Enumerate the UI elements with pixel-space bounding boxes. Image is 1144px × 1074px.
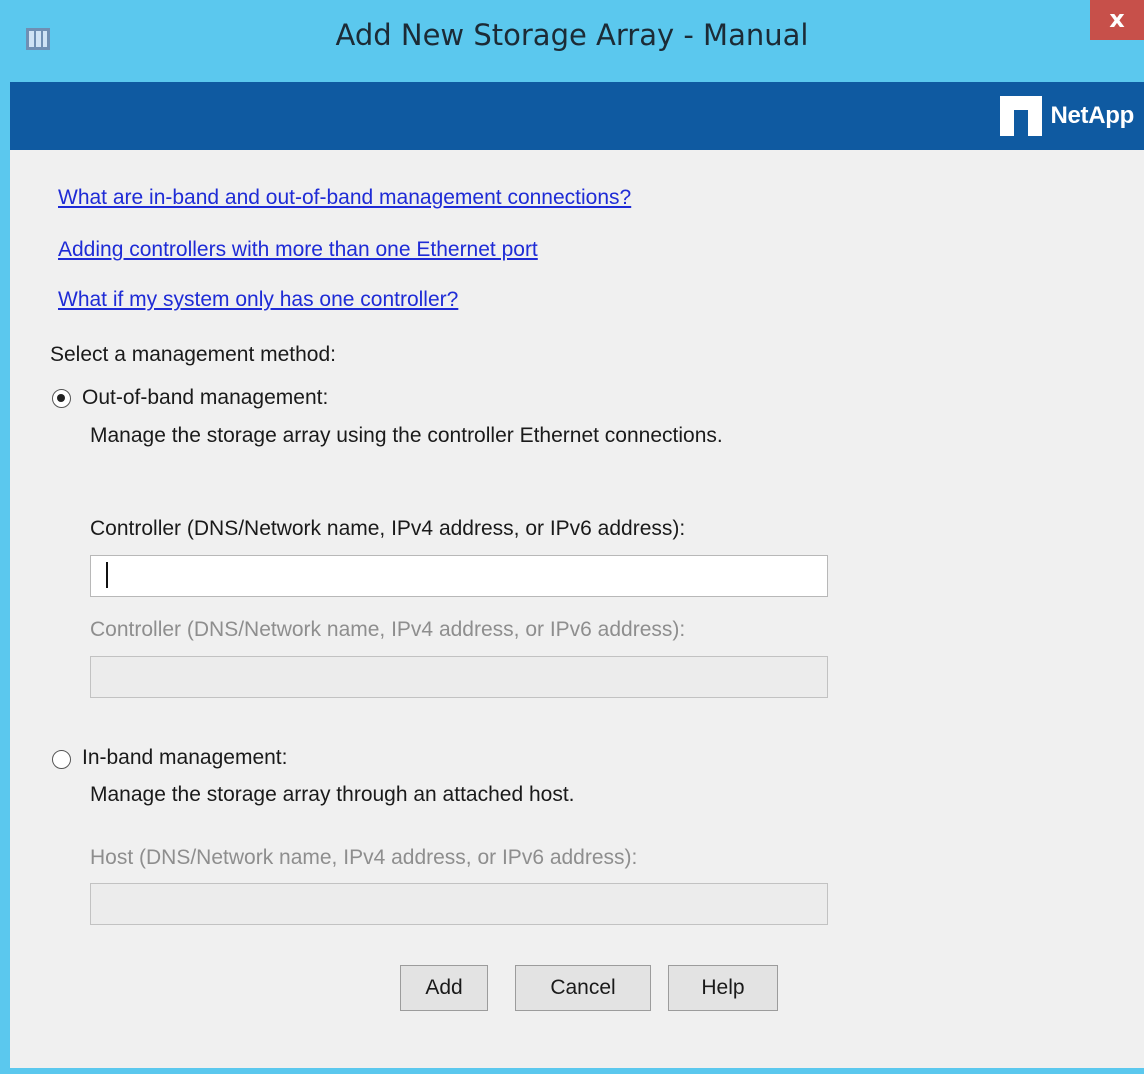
out-of-band-description: Manage the storage array using the contr… <box>90 424 723 447</box>
link-one-controller[interactable]: What if my system only has one controlle… <box>58 288 458 312</box>
window-title: Add New Storage Array - Manual <box>335 18 809 52</box>
add-button[interactable]: Add <box>400 965 488 1011</box>
netapp-logo: NetApp <box>1000 96 1134 136</box>
in-band-label[interactable]: In-band management: <box>82 746 287 770</box>
add-storage-array-dialog: Add New Storage Array - Manual x NetApp … <box>0 0 1144 1074</box>
title-bar[interactable]: Add New Storage Array - Manual x <box>0 0 1144 80</box>
link-multiple-ethernet-ports[interactable]: Adding controllers with more than one Et… <box>58 238 538 262</box>
netapp-logo-text: NetApp <box>1050 102 1134 129</box>
close-button[interactable]: x <box>1090 0 1144 40</box>
controller2-input[interactable] <box>90 656 828 698</box>
netapp-logo-mark-icon <box>1000 96 1043 136</box>
netapp-banner: NetApp <box>10 82 1144 150</box>
text-caret <box>106 562 108 588</box>
controller1-input[interactable] <box>90 555 828 597</box>
in-band-description: Manage the storage array through an atta… <box>90 783 575 806</box>
out-of-band-label[interactable]: Out-of-band management: <box>82 386 328 410</box>
dialog-body: What are in-band and out-of-band managem… <box>10 150 1144 1068</box>
controller1-label: Controller (DNS/Network name, IPv4 addre… <box>90 517 686 540</box>
host-label: Host (DNS/Network name, IPv4 address, or… <box>90 846 638 869</box>
help-button[interactable]: Help <box>668 965 778 1011</box>
management-method-prompt: Select a management method: <box>50 343 337 366</box>
link-management-connections[interactable]: What are in-band and out-of-band managem… <box>58 186 631 210</box>
host-input[interactable] <box>90 883 828 925</box>
out-of-band-radio[interactable] <box>52 389 71 408</box>
cancel-button[interactable]: Cancel <box>515 965 651 1011</box>
in-band-radio[interactable] <box>52 750 71 769</box>
close-icon: x <box>1109 5 1125 33</box>
controller2-label: Controller (DNS/Network name, IPv4 addre… <box>90 618 686 641</box>
